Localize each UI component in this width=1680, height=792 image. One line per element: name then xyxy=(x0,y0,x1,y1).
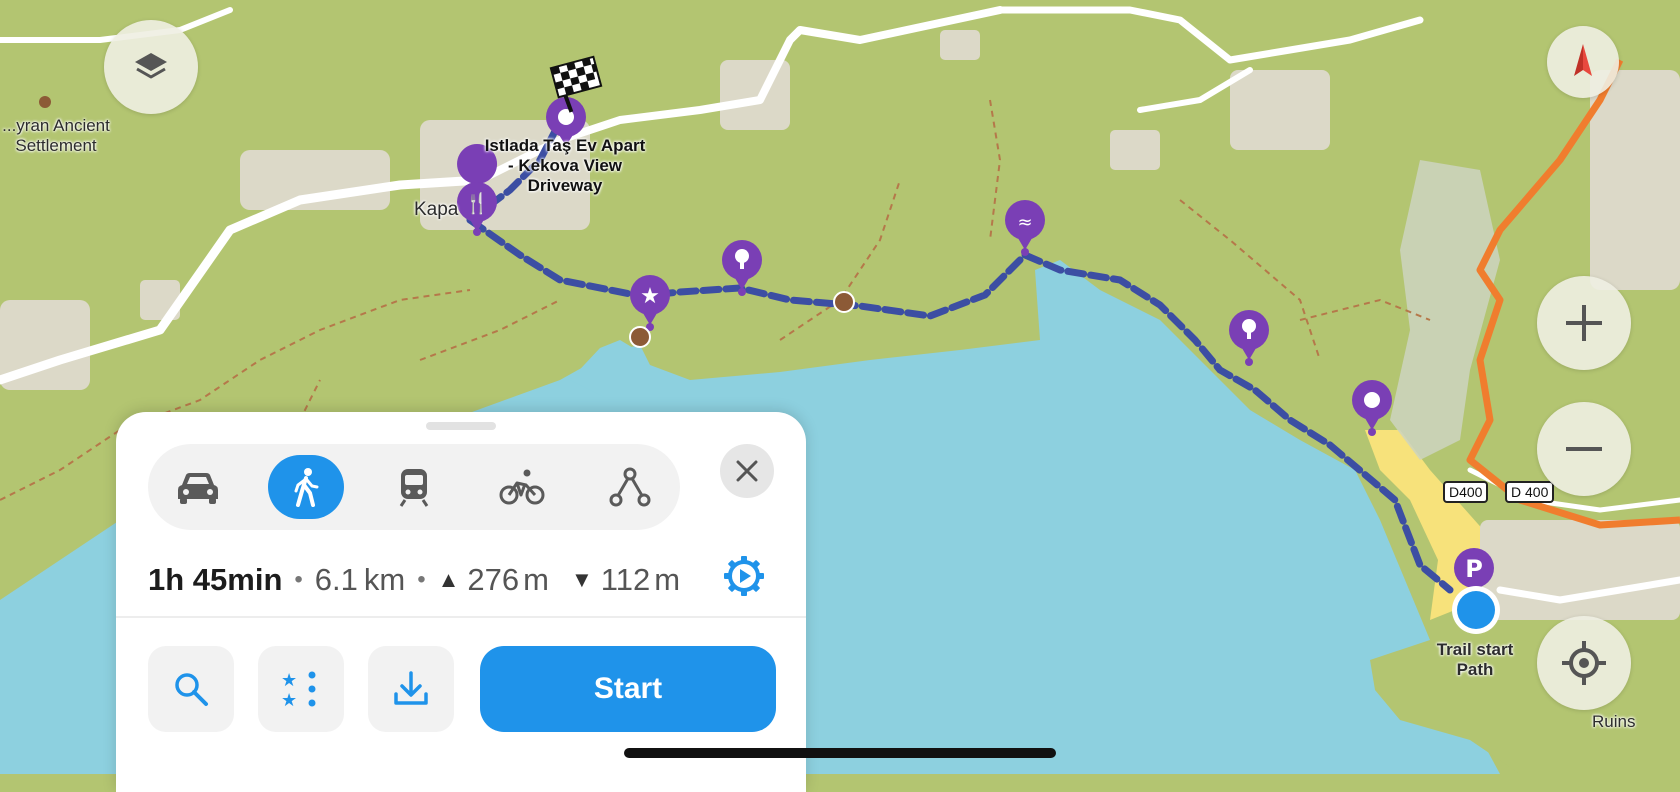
label-destination: Istlada Taş Ev Apart - Kekova View Drive… xyxy=(484,136,646,195)
route-settings-gear-icon[interactable] xyxy=(722,554,766,598)
swim-pin: ≈ xyxy=(1005,200,1045,256)
car-icon xyxy=(178,473,218,504)
start-location-dot xyxy=(1452,586,1500,634)
close-icon xyxy=(736,460,758,482)
route-distance: 6.1 xyxy=(314,562,358,597)
pedestrian-icon xyxy=(294,468,319,507)
svg-text:★: ★ xyxy=(281,670,297,691)
mode-bike-button[interactable] xyxy=(484,455,560,519)
ascent-icon: ▲ xyxy=(437,567,460,592)
mode-walk-button[interactable] xyxy=(268,455,344,519)
search-button[interactable] xyxy=(148,646,234,732)
route-duration: 1h 45min xyxy=(148,562,283,597)
route-distance-unit: km xyxy=(363,562,406,597)
tree-pin-1 xyxy=(722,240,762,296)
parking-pin: P xyxy=(1454,548,1494,588)
tree-pin-2 xyxy=(1229,310,1269,366)
road-shield-d-400: D 400 xyxy=(1505,481,1555,503)
svg-text:★: ★ xyxy=(281,690,297,708)
route-ascent: 276 xyxy=(467,562,520,597)
my-location-button[interactable] xyxy=(1537,616,1631,710)
route-ascent-unit: m xyxy=(523,562,549,597)
svg-text:P: P xyxy=(1465,555,1483,583)
mode-custom-button[interactable] xyxy=(592,455,668,519)
layers-icon xyxy=(135,53,167,79)
train-icon xyxy=(399,469,429,507)
sheet-divider xyxy=(116,616,806,618)
sheet-grabber[interactable] xyxy=(426,422,496,430)
label-trail-start: Trail start Path xyxy=(1436,640,1514,679)
target-icon xyxy=(1562,641,1606,685)
star-pin: ★ xyxy=(630,275,670,331)
mode-car-button[interactable] xyxy=(160,455,236,519)
close-button[interactable] xyxy=(720,444,774,498)
layers-button[interactable] xyxy=(104,20,198,114)
transport-mode-selector xyxy=(148,444,680,530)
download-button[interactable] xyxy=(368,646,454,732)
road-shield-d400: D400 xyxy=(1443,481,1489,503)
plus-icon xyxy=(1566,305,1602,341)
label-ruins: Ruins xyxy=(1592,712,1636,731)
mode-transit-button[interactable] xyxy=(376,455,452,519)
route-summary: 1h 45min • 6.1 km • ▲ 276 m ▼ 112 m xyxy=(148,560,680,600)
route-descent: 112 xyxy=(600,562,651,597)
compass-button[interactable] xyxy=(1547,26,1619,98)
minus-icon xyxy=(1566,447,1602,451)
svg-text:≈: ≈ xyxy=(1017,212,1032,233)
zoom-out-button[interactable] xyxy=(1537,402,1631,496)
search-icon xyxy=(175,673,208,706)
compass-icon xyxy=(1574,44,1592,76)
separator-dot: • xyxy=(417,566,426,593)
nodes-icon xyxy=(609,467,651,507)
waypoints-button[interactable]: ★ ★ xyxy=(258,646,344,732)
zoom-in-button[interactable] xyxy=(1537,276,1631,370)
minor-poi-markers xyxy=(39,96,855,348)
separator-dot: • xyxy=(294,566,303,593)
waypoint-pin xyxy=(1352,380,1392,436)
star-list-icon: ★ ★ xyxy=(281,670,316,708)
route-panel: 1h 45min • 6.1 km • ▲ 276 m ▼ 112 m ★ ★ … xyxy=(116,412,806,792)
label-kapa: Kapa xyxy=(414,199,459,220)
label-ancient-settlement: ...yran Ancient Settlement xyxy=(2,116,110,155)
route-descent-unit: m xyxy=(654,562,681,597)
home-indicator xyxy=(624,748,1056,758)
bicycle-icon xyxy=(499,469,545,505)
start-button[interactable]: Start xyxy=(480,646,776,732)
descent-icon: ▼ xyxy=(570,567,593,592)
svg-text:★: ★ xyxy=(640,284,660,309)
download-icon xyxy=(394,671,428,705)
